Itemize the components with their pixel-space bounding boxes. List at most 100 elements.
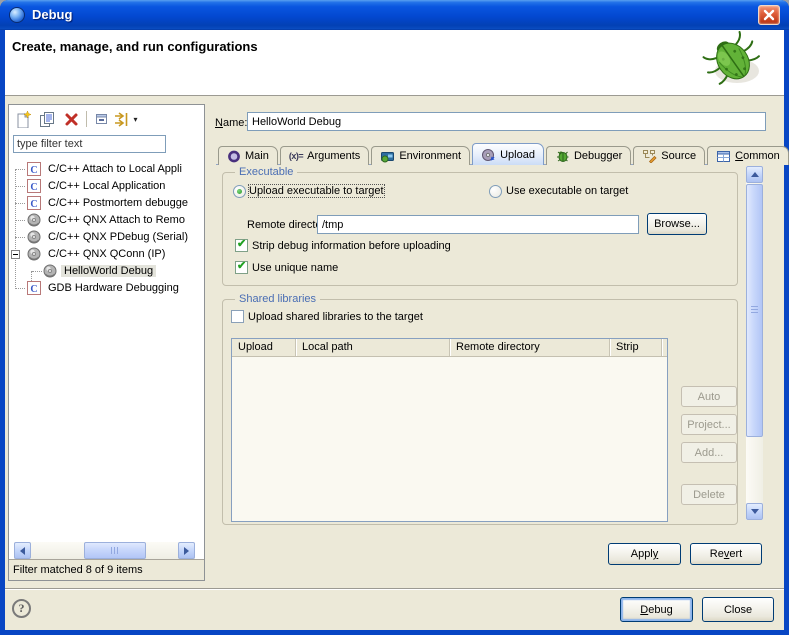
- tab-label: Source: [661, 150, 696, 162]
- shared-libraries-table[interactable]: UploadLocal pathRemote directoryStrip: [231, 338, 668, 522]
- header-banner: Create, manage, and run configurations: [5, 30, 784, 96]
- dropdown-caret-icon: ▾: [133, 115, 137, 124]
- bug-image: [693, 31, 773, 98]
- config-name-input[interactable]: [247, 112, 766, 131]
- tree-item-helloworld-debug[interactable]: HelloWorld Debug: [9, 263, 204, 280]
- remote-directory-input[interactable]: [317, 215, 639, 234]
- scroll-down-button[interactable]: [746, 503, 763, 520]
- c-app-icon: C: [27, 196, 41, 210]
- apply-button[interactable]: Apply: [608, 543, 681, 565]
- scroll-up-button[interactable]: [746, 166, 763, 183]
- add-button[interactable]: Add...: [681, 442, 737, 463]
- tree-item-c-c-postmortem-debugge[interactable]: C C/C++ Postmortem debugge: [9, 195, 204, 212]
- auto-button[interactable]: Auto: [681, 386, 737, 407]
- tree-connector: [15, 169, 25, 170]
- column-header-strip[interactable]: Strip: [610, 339, 662, 356]
- scroll-grip: [111, 547, 120, 554]
- banner-title: Create, manage, and run configurations: [12, 39, 258, 54]
- use-executable-radio[interactable]: [489, 185, 502, 198]
- tree-item-label[interactable]: GDB Hardware Debugging: [45, 282, 182, 294]
- source-icon: [642, 149, 657, 163]
- column-header-upload[interactable]: Upload: [232, 339, 296, 356]
- tree-item-c-c-qnx-pdebug-serial[interactable]: C/C++ QNX PDebug (Serial): [9, 229, 204, 246]
- filter-input[interactable]: [13, 135, 166, 153]
- tree-connector: [32, 271, 42, 272]
- close-window-button[interactable]: [758, 5, 780, 25]
- tab-common[interactable]: Common: [707, 146, 789, 165]
- upload-icon: [481, 148, 496, 162]
- tree-toolbar: ▾: [11, 107, 138, 131]
- filter-menu-button[interactable]: ▾: [114, 108, 138, 130]
- help-button[interactable]: ?: [12, 599, 31, 618]
- tree-connector: [15, 237, 25, 238]
- config-tree-panel: ▾ C C/C++ Attach to Local Appli C C/C++ Loc…: [8, 104, 205, 581]
- tree-item-c-c-local-application[interactable]: C C/C++ Local Application: [9, 178, 204, 195]
- strip-debug-checkbox-label[interactable]: Strip debug information before uploading: [252, 240, 451, 252]
- upload-shared-libraries-checkbox[interactable]: [231, 310, 244, 323]
- collapse-expander-icon[interactable]: [11, 250, 20, 262]
- toolbar-separator: [86, 111, 87, 127]
- debug-dialog-icon: [9, 7, 25, 23]
- tree-item-label[interactable]: C/C++ QNX PDebug (Serial): [45, 231, 191, 243]
- use-unique-name-checkbox-label[interactable]: Use unique name: [252, 262, 338, 274]
- tree-item-label[interactable]: C/C++ Postmortem debugge: [45, 197, 191, 209]
- new-launch-config-button[interactable]: [11, 108, 35, 130]
- vertical-scrollbar[interactable]: [746, 166, 763, 520]
- upload-executable-radio[interactable]: [233, 185, 246, 198]
- scroll-left-button[interactable]: [14, 542, 31, 559]
- tree-item-c-c-attach-to-local-appli[interactable]: C C/C++ Attach to Local Appli: [9, 161, 204, 178]
- revert-button[interactable]: Revert: [690, 543, 762, 565]
- titlebar[interactable]: Debug: [0, 0, 789, 30]
- tab-main[interactable]: Main: [218, 146, 278, 165]
- tree-item-gdb-hardware-debugging[interactable]: C GDB Hardware Debugging: [9, 280, 204, 297]
- delete-config-button[interactable]: [59, 108, 83, 130]
- tree-item-label[interactable]: C/C++ QNX QConn (IP): [45, 248, 168, 260]
- column-header-remote-directory[interactable]: Remote directory: [450, 339, 610, 356]
- duplicate-icon: [39, 111, 56, 128]
- qnx-icon: [27, 247, 41, 261]
- common-icon: [716, 150, 731, 163]
- tree-item-label[interactable]: C/C++ Attach to Local Appli: [45, 163, 185, 175]
- upload-shared-libraries-checkbox-label[interactable]: Upload shared libraries to the target: [248, 311, 423, 323]
- c-app-icon: C: [27, 162, 41, 176]
- c-app-icon: C: [27, 281, 41, 295]
- project-button[interactable]: Project...: [681, 414, 737, 435]
- use-executable-radio-label[interactable]: Use executable on target: [506, 185, 628, 197]
- tree-item-label[interactable]: HelloWorld Debug: [61, 265, 156, 277]
- strip-debug-checkbox[interactable]: [235, 239, 248, 252]
- tab-source[interactable]: Source: [633, 146, 705, 165]
- collapse-all-button[interactable]: [90, 108, 114, 130]
- upload-executable-radio-label[interactable]: Upload executable to target: [249, 185, 384, 197]
- up-arrow-icon: [751, 172, 759, 177]
- browse-button[interactable]: Browse...: [647, 213, 707, 235]
- horizontal-scrollbar[interactable]: [14, 542, 195, 559]
- tree-connector: [15, 288, 25, 289]
- use-unique-name-checkbox[interactable]: [235, 261, 248, 274]
- left-arrow-icon: [20, 547, 25, 555]
- tree-item-label[interactable]: C/C++ Local Application: [45, 180, 168, 192]
- tab-environment[interactable]: Environment: [371, 146, 470, 165]
- tab-upload[interactable]: Upload: [472, 143, 544, 165]
- hscroll-thumb[interactable]: [84, 542, 146, 559]
- close-button[interactable]: Close: [702, 597, 774, 622]
- main-area: ▾ C C/C++ Attach to Local Appli C C/C++ Loc…: [5, 97, 784, 588]
- tree-item-c-c-qnx-qconn-ip[interactable]: C/C++ QNX QConn (IP): [9, 246, 204, 263]
- scroll-right-button[interactable]: [178, 542, 195, 559]
- tab-arguments[interactable]: (x)=Arguments: [280, 146, 369, 165]
- duplicate-config-button[interactable]: [35, 108, 59, 130]
- qnx-icon: [27, 230, 41, 244]
- delete-icon: [63, 111, 80, 128]
- filter-icon: [114, 111, 132, 128]
- tree-item-c-c-qnx-attach-to-remo[interactable]: C/C++ QNX Attach to Remo: [9, 212, 204, 229]
- debug-button[interactable]: Debug: [620, 597, 693, 622]
- delete-button[interactable]: Delete: [681, 484, 737, 505]
- column-header-local-path[interactable]: Local path: [296, 339, 450, 356]
- tab-debugger[interactable]: Debugger: [546, 146, 631, 165]
- vscroll-thumb[interactable]: [746, 184, 763, 437]
- shared-libraries-group: Shared libraries Upload shared libraries…: [222, 299, 738, 525]
- dialog-body: Create, manage, and run configurations: [5, 30, 784, 630]
- arguments-icon: (x)=: [289, 151, 303, 161]
- tree-item-label[interactable]: C/C++ QNX Attach to Remo: [45, 214, 188, 226]
- close-icon: [763, 9, 775, 21]
- c-app-icon: C: [27, 179, 41, 193]
